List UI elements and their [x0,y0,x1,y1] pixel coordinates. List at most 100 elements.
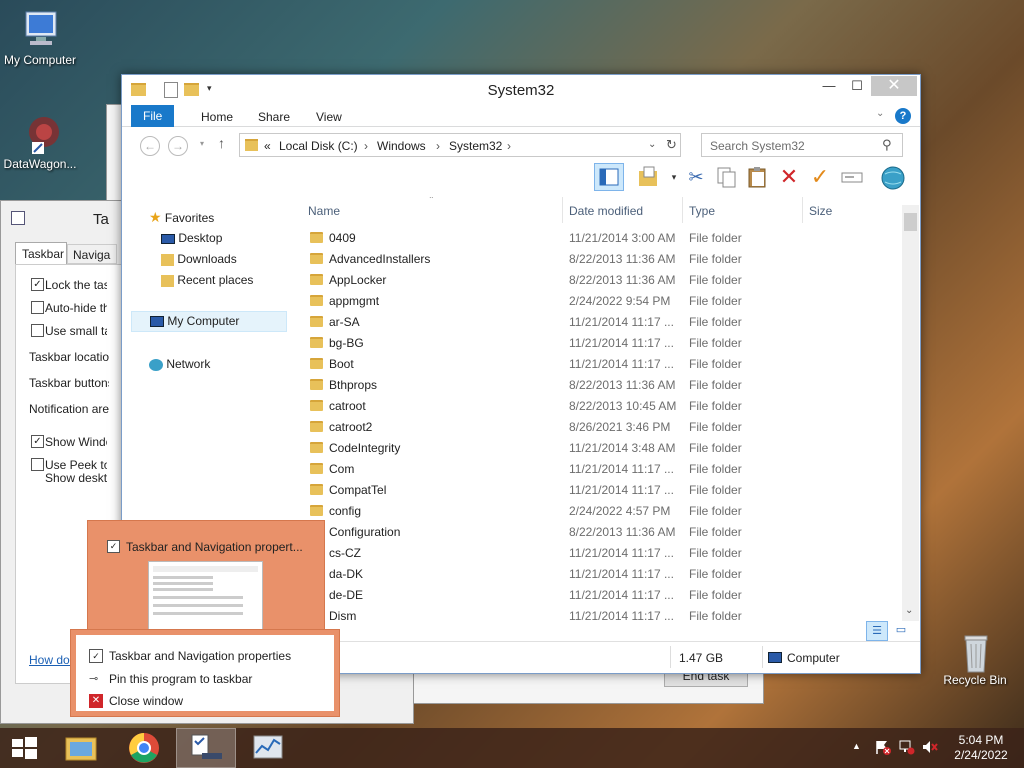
file-row[interactable]: AppLocker 8/22/2013 11:36 AM File folder [300,270,900,291]
column-divider[interactable] [682,197,683,223]
search-input[interactable]: Search System32 ⚲ [701,133,903,157]
scroll-down-icon[interactable]: ⌄ [905,605,913,616]
breadcrumb-system32[interactable]: System32 [449,139,502,153]
network-tray-icon[interactable] [898,739,916,758]
recent-locations-icon[interactable]: ▾ [200,139,204,148]
file-row[interactable]: CodeIntegrity 11/21/2014 3:48 AM File fold… [300,438,900,459]
scroll-thumb[interactable] [904,213,917,231]
file-row[interactable]: bg-BG 11/21/2014 11:17 ... File folder [300,333,900,354]
tab-share[interactable]: Share [246,107,302,127]
taskbar-chrome[interactable] [114,728,174,768]
chevron-right-icon[interactable]: › [436,139,440,153]
column-header-size[interactable]: Size [809,204,832,218]
file-row[interactable]: da-DK 11/21/2014 11:17 ... File folder [300,564,900,585]
file-row[interactable]: Bthprops 8/22/2013 11:36 AM File folder [300,375,900,396]
file-row[interactable]: Configuration 8/22/2013 11:36 AM File fold… [300,522,900,543]
taskbar-thumbnail-preview[interactable]: ✓ Taskbar and Navigation propert... [87,520,325,636]
taskbar-file-explorer[interactable] [52,728,112,768]
show-hidden-icons[interactable]: ▲ [852,741,861,751]
file-row[interactable]: ar-SA 11/21/2014 11:17 ... File folder [300,312,900,333]
help-icon[interactable]: ? [895,108,911,124]
address-dropdown-icon[interactable]: ⌄ [648,139,656,150]
nav-desktop[interactable]: Desktop [161,231,222,245]
file-row[interactable]: Dism 11/21/2014 11:17 ... File folder [300,606,900,621]
jump-item-pin[interactable]: Pin this program to taskbar [109,672,252,686]
tab-file[interactable]: File [131,105,175,127]
file-row[interactable]: cs-CZ 11/21/2014 11:17 ... File folder [300,543,900,564]
chevron-down-icon[interactable]: ▾ [662,165,686,189]
expand-ribbon-icon[interactable]: ⌄ [876,108,884,119]
search-icon[interactable]: ⚲ [882,137,892,153]
column-header-name[interactable]: Name [308,204,340,218]
taskbar-performance-monitor[interactable] [238,728,298,768]
large-icons-view-button[interactable]: ▭ [890,621,912,641]
folder-icon [310,421,323,432]
copy-icon[interactable] [714,165,738,189]
desktop-icon-my-computer[interactable]: My Computer [0,10,80,67]
show-windows-checkbox[interactable]: ✓ [31,435,44,448]
tab-navigation[interactable]: Naviga [67,244,117,264]
desktop-icon-recycle-bin[interactable]: Recycle Bin [935,630,1015,687]
details-view-button[interactable]: ☰ [866,621,888,641]
preview-pane-icon[interactable] [594,163,624,191]
start-button[interactable] [0,728,48,768]
file-row[interactable]: appmgmt 2/24/2022 9:54 PM File folder [300,291,900,312]
nav-recent-places[interactable]: Recent places [161,273,253,287]
vertical-scrollbar[interactable]: ⌄ [902,205,919,621]
folder-icon [310,484,323,495]
globe-icon[interactable] [880,165,905,190]
file-row[interactable]: catroot2 8/26/2021 3:46 PM File folder [300,417,900,438]
column-divider[interactable] [802,197,803,223]
nav-favorites[interactable]: ★ Favorites [149,209,214,226]
column-header-date[interactable]: Date modified [569,204,643,218]
column-divider[interactable] [562,197,563,223]
cut-icon[interactable]: ✂ [684,165,708,189]
maximize-button[interactable]: ☐ [843,76,871,96]
checkmark-icon[interactable]: ✓ [808,165,832,189]
file-row[interactable]: AdvancedInstallers 8/22/2013 11:36 AM File… [300,249,900,270]
auto-hide-checkbox[interactable] [31,301,44,314]
title-bar[interactable]: ▾ System32 — ☐ ✕ [122,75,920,105]
rename-icon[interactable] [840,165,864,189]
use-peek-checkbox[interactable] [31,458,44,471]
delete-icon[interactable]: ✕ [777,165,801,189]
nav-downloads[interactable]: Downloads [161,252,237,266]
breadcrumb-local-disk[interactable]: Local Disk (C:) [279,139,358,153]
up-button[interactable]: ↑ [218,135,225,151]
tab-taskbar[interactable]: Taskbar [15,242,67,264]
file-row[interactable]: catroot 8/22/2013 10:45 AM File folder [300,396,900,417]
tab-home[interactable]: Home [189,107,245,127]
breadcrumb-overflow[interactable]: « [264,139,271,153]
file-date: 8/22/2013 11:36 AM [569,252,676,266]
refresh-icon[interactable]: ↻ [666,137,677,153]
clock[interactable]: 5:04 PM 2/24/2022 [946,733,1016,763]
action-center-icon[interactable] [874,739,892,758]
small-buttons-checkbox[interactable] [31,324,44,337]
minimize-button[interactable]: — [815,76,843,96]
file-row[interactable]: Com 11/21/2014 11:17 ... File folder [300,459,900,480]
close-button[interactable]: ✕ [871,76,917,96]
file-row[interactable]: Boot 11/21/2014 11:17 ... File folder [300,354,900,375]
file-row[interactable]: CompatTel 11/21/2014 11:17 ... File folder [300,480,900,501]
file-row[interactable]: 0409 11/21/2014 3:00 AM File folder [300,228,900,249]
desktop-icon-datawagon[interactable]: DataWagon... [0,114,80,171]
breadcrumb-windows[interactable]: Windows [377,139,426,153]
jump-item-close-window[interactable]: Close window [109,694,183,708]
volume-muted-icon[interactable] [921,739,939,758]
tab-view[interactable]: View [304,107,354,127]
paste-icon[interactable] [745,165,769,189]
lock-taskbar-checkbox[interactable]: ✓ [31,278,44,291]
file-row[interactable]: de-DE 11/21/2014 11:17 ... File folder [300,585,900,606]
nav-my-computer[interactable]: My Computer [131,311,287,332]
address-bar[interactable]: « Local Disk (C:) › Windows › System32 ›… [239,133,681,157]
nav-network[interactable]: Network [149,357,210,371]
chevron-right-icon[interactable]: › [507,139,511,153]
column-header-type[interactable]: Type [689,204,715,218]
taskbar-taskbar-properties[interactable] [176,728,236,768]
forward-button[interactable]: → [168,136,188,156]
folder-options-icon[interactable] [636,165,660,189]
jump-item-open-properties[interactable]: Taskbar and Navigation properties [109,649,291,663]
back-button[interactable]: ← [140,136,160,156]
file-row[interactable]: config 2/24/2022 4:57 PM File folder [300,501,900,522]
chevron-right-icon[interactable]: › [364,139,368,153]
